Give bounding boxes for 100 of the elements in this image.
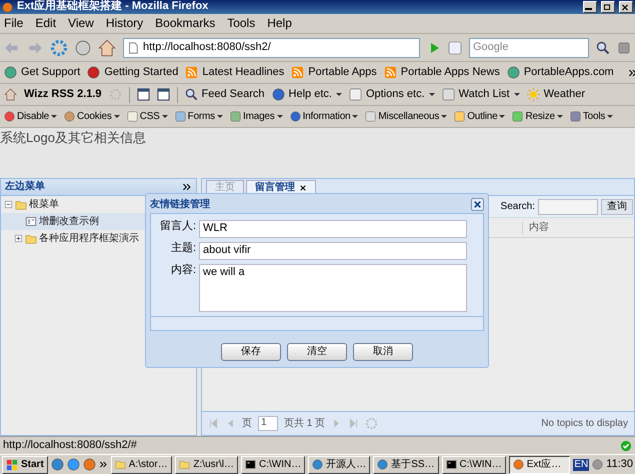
rss-icon [291,66,304,79]
panel-title: 左边菜单 [5,181,46,193]
taskbar-button[interactable]: A:\stor… [110,456,172,474]
taskbar-button[interactable]: 开源人… [308,456,370,474]
search-icon [184,88,198,101]
page-header-text: 系统Logo及其它相关信息 [0,130,146,145]
field-label: 主题: [170,242,197,256]
text-area[interactable]: we will a [199,264,467,312]
bookmark-link[interactable]: Portable Apps News [400,66,500,80]
caret-icon [162,115,168,118]
taskbar-button[interactable]: C:\WIN… [240,456,306,474]
dialog-button[interactable]: 取消 [353,343,413,361]
toolbar-button[interactable]: Feed Search [184,88,265,102]
caret-icon [499,115,506,118]
minimize-button[interactable] [583,1,597,13]
column-header[interactable]: 内容 [522,222,602,234]
toolbar-button[interactable]: Information [290,110,358,122]
toolbar-button[interactable]: Forms [174,110,223,122]
search-label: Search: [500,200,535,212]
toolbar-button[interactable]: Options etc. [348,88,435,102]
window-title: Ext应用基础框架搭建 - Mozilla Firefox [17,0,210,14]
caret-icon [276,115,283,118]
toolbar-button[interactable]: Help etc. [272,88,342,102]
home-icon[interactable] [4,88,17,101]
page-field[interactable]: 1 [258,416,278,431]
plus-icon[interactable] [14,234,23,243]
minimize-icon [584,8,594,10]
toolbar-button[interactable]: Images [230,110,283,122]
paging-info: No topics to display [541,418,628,430]
folder-icon [114,459,126,470]
windows-flag-icon [6,458,18,470]
menu-item[interactable]: File [4,16,24,31]
taskbar-button[interactable]: 基于SS… [373,456,439,474]
field-label: 内容: [170,264,197,278]
console-icon [446,459,457,470]
taskbar-button[interactable]: Z:\usr\l… [175,456,238,474]
rss-icon [185,66,198,79]
menu-item[interactable]: Edit [35,16,56,31]
rss-icon [384,66,397,79]
search-icon[interactable] [596,40,610,54]
folder-icon [25,232,37,244]
search-field[interactable]: Google [469,38,589,58]
input-field[interactable]: WLR [199,220,467,238]
toolbar-button[interactable]: Tools [570,110,614,122]
dialog-title: 友情链接管理 [150,198,211,210]
menu-item[interactable]: Tools [227,16,256,31]
home-icon[interactable] [98,38,116,56]
collapse-icon[interactable] [182,182,192,192]
caret-icon [556,115,563,118]
caret-icon [607,115,614,118]
page-total: 页共 1 页 [284,418,326,430]
chevron-icon[interactable] [628,68,635,78]
bookmark-link[interactable]: Portable Apps [308,66,377,80]
toolbar-button[interactable]: CSS [126,110,168,122]
dialog-button[interactable]: 清空 [287,343,347,361]
language-indicator[interactable]: EN [573,458,590,470]
menu-item[interactable]: View [68,16,94,31]
bookmark-link[interactable]: PortableApps.com [524,66,614,80]
chevron-icon[interactable] [98,460,108,469]
caret-icon [217,115,223,118]
search-button[interactable]: 查询 [601,198,633,214]
status-text: http://localhost:8080/ssh2/# [3,438,138,452]
menu-item[interactable]: Help [267,16,292,31]
clock: 11:30 [606,458,634,472]
bookmark-link[interactable]: Getting Started [104,66,178,80]
bookmark-link[interactable]: Get Support [21,66,80,80]
taskbar-button[interactable]: Ext应… [508,456,570,474]
dialog-button[interactable]: 保存 [221,343,281,361]
toolbar-button[interactable]: Miscellaneous [365,110,448,122]
caret-icon [50,115,57,118]
maximize-icon [602,2,612,12]
toolbar-button[interactable]: Weather [526,88,585,102]
address-field[interactable]: http://localhost:8080/ssh2/ [123,38,420,58]
menu-item[interactable]: History [106,16,144,31]
close-icon [620,2,630,12]
toolbar-button[interactable]: Resize [512,110,563,122]
close-icon[interactable] [299,184,307,192]
toolbar-button[interactable]: Disable [4,110,57,122]
window-icon[interactable] [156,88,170,101]
input-field[interactable]: about vifir [199,242,467,260]
bookmark-link[interactable]: Latest Headlines [202,66,284,80]
toolbar-button[interactable]: Watch List [442,88,520,102]
search-field[interactable] [538,198,598,214]
caret-icon [352,115,358,118]
window-icon[interactable] [136,88,150,101]
maximize-button[interactable] [601,1,615,13]
caret-icon [114,115,120,118]
close-button[interactable] [619,1,633,13]
folder-icon [179,459,190,470]
console-icon [244,459,256,470]
close-icon[interactable] [471,198,484,211]
sun-icon [526,88,540,101]
page-label: 页 [242,418,252,430]
toolbar-button[interactable]: Cookies [64,110,120,122]
taskbar-button[interactable]: C:\WIN… [442,456,506,474]
folder-icon [15,198,27,210]
toolbar-button[interactable]: Outline [454,110,506,122]
menu-item[interactable]: Bookmarks [155,16,216,31]
start-button[interactable]: Start [2,456,48,474]
minus-icon[interactable] [4,200,13,209]
